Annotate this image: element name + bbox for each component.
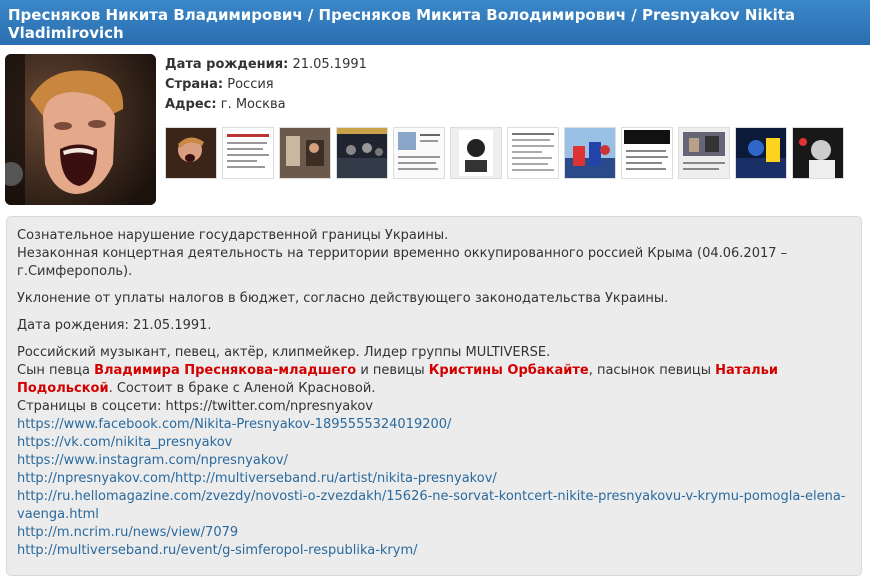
birth-row: Дата рождения: 21.05.1991 xyxy=(165,55,367,75)
site-link[interactable]: http://npresnyakov.com/http://multiverse… xyxy=(17,470,851,488)
social-label: Страницы в соцсети: https://twitter.com/… xyxy=(17,399,373,414)
ncrim-link[interactable]: http://m.ncrim.ru/news/view/7079 xyxy=(17,524,851,542)
vk-link[interactable]: https://vk.com/nikita_presnyakov xyxy=(17,434,851,452)
thumbnail[interactable] xyxy=(450,127,502,179)
thumbnail[interactable] xyxy=(279,127,331,179)
birth-label: Дата рождения: xyxy=(165,57,289,72)
thumbnail[interactable] xyxy=(222,127,274,179)
facebook-link[interactable]: https://www.facebook.com/Nikita-Presnyak… xyxy=(17,416,851,434)
thumbnail[interactable] xyxy=(507,127,559,179)
violation-border: Сознательное нарушение государственной г… xyxy=(17,228,449,243)
profile-photo[interactable] xyxy=(5,54,156,205)
bio-line: Российский музыкант, певец, актёр, клипм… xyxy=(17,345,551,360)
bio-and-text: и певицы xyxy=(356,363,429,378)
hellomagazine-link[interactable]: http://ru.hellomagazine.com/zvezdy/novos… xyxy=(17,488,851,524)
thumbnail[interactable] xyxy=(393,127,445,179)
thumbnail[interactable] xyxy=(336,127,388,179)
thumbnail-gallery xyxy=(165,127,844,179)
violation-concert: Незаконная концертная деятельность на те… xyxy=(17,246,788,279)
page-title: Пресняков Никита Владимирович / Пресняко… xyxy=(8,6,796,42)
country-value: Россия xyxy=(227,77,274,92)
address-row: Адрес: г. Москва xyxy=(165,95,367,115)
country-label: Страна: xyxy=(165,77,224,92)
thumbnail[interactable] xyxy=(678,127,730,179)
profile-section: Дата рождения: 21.05.1991 Страна: Россия… xyxy=(0,45,870,215)
violations-paragraph: Сознательное нарушение государственной г… xyxy=(17,227,851,281)
multiverse-event-link[interactable]: http://multiverseband.ru/event/g-simfero… xyxy=(17,542,851,560)
address-label: Адрес: xyxy=(165,97,217,112)
birth-value: 21.05.1991 xyxy=(292,57,367,72)
tax-paragraph: Уклонение от уплаты налогов в бюджет, со… xyxy=(17,291,669,306)
birthdate-paragraph: Дата рождения: 21.05.1991. xyxy=(17,318,212,333)
thumbnail[interactable] xyxy=(564,127,616,179)
thumbnail[interactable] xyxy=(792,127,844,179)
description-panel: Сознательное нарушение государственной г… xyxy=(6,216,862,576)
country-row: Страна: Россия xyxy=(165,75,367,95)
thumbnail[interactable] xyxy=(165,127,217,179)
bio-paragraph: Российский музыкант, певец, актёр, клипм… xyxy=(17,344,851,560)
title-bar: Пресняков Никита Владимирович / Пресняко… xyxy=(0,0,870,45)
instagram-link[interactable]: https://www.instagram.com/npresnyakov/ xyxy=(17,452,851,470)
thumbnail[interactable] xyxy=(621,127,673,179)
address-value: г. Москва xyxy=(220,97,286,112)
bio-married-text: . Состоит в браке с Аленой Красновой. xyxy=(108,381,376,396)
mother-link[interactable]: Кристины Орбакайте xyxy=(429,363,589,378)
bio-son-of-text: Сын певца xyxy=(17,363,95,378)
profile-info: Дата рождения: 21.05.1991 Страна: Россия… xyxy=(165,55,367,115)
thumbnail[interactable] xyxy=(735,127,787,179)
bio-stepson-text: , пасынок певицы xyxy=(588,363,716,378)
father-link[interactable]: Владимира Преснякова-младшего xyxy=(94,363,356,378)
